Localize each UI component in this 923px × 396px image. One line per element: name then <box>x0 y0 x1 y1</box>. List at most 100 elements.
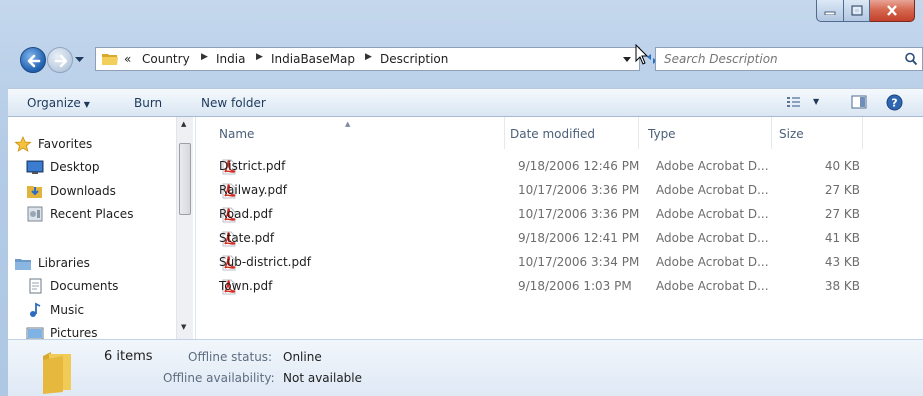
file-size: 38 KB <box>824 279 860 293</box>
file-size: 27 KB <box>824 207 860 221</box>
forward-arrow-icon <box>54 54 68 68</box>
navigation-pane[interactable]: Favorites Desktop Downloads Recent Place… <box>8 117 196 340</box>
forward-button[interactable] <box>47 47 73 73</box>
column-header-date[interactable]: Date modified <box>510 127 595 141</box>
search-box[interactable] <box>655 47 923 71</box>
column-divider[interactable] <box>638 117 639 149</box>
column-divider[interactable] <box>771 117 772 149</box>
breadcrumb-country[interactable]: Country <box>142 52 190 66</box>
offline-status-label: Offline status: <box>188 350 273 364</box>
search-icon[interactable] <box>904 52 918 66</box>
libraries-icon <box>15 259 31 270</box>
nav-label: Downloads <box>50 184 116 198</box>
nav-label: Libraries <box>38 256 90 270</box>
recent-pages-dropdown-icon[interactable] <box>75 57 84 63</box>
offline-status-value: Online <box>283 350 322 364</box>
breadcrumb-overflow[interactable]: « <box>124 52 131 66</box>
file-type: Adobe Acrobat D... <box>656 183 769 197</box>
file-name: State.pdf <box>219 231 275 245</box>
nav-recent-places[interactable]: Recent Places <box>26 204 133 224</box>
scrollbar-thumb[interactable] <box>179 143 191 215</box>
file-size: 27 KB <box>824 183 860 197</box>
breadcrumb-india[interactable]: India <box>216 52 245 66</box>
recent-places-icon <box>27 206 43 222</box>
navpane-scrollbar[interactable]: ▲ ▼ <box>176 117 193 339</box>
file-name: Sub-district.pdf <box>219 255 311 269</box>
title-bar <box>0 0 923 32</box>
back-arrow-icon <box>27 54 41 68</box>
column-divider[interactable] <box>862 117 863 149</box>
breadcrumb-indiabasemap[interactable]: IndiaBaseMap <box>271 52 355 66</box>
back-button[interactable] <box>20 47 46 73</box>
nav-label: Recent Places <box>50 207 134 221</box>
view-options-dropdown-icon[interactable]: ▼ <box>813 97 819 106</box>
file-row[interactable]: State.pdf 9/18/2006 12:41 PM Adobe Acrobat… <box>197 227 923 251</box>
address-bar[interactable]: « Country ▶ India ▶ IndiaBaseMap ▶ Descr… <box>95 47 640 71</box>
organize-label: Organize <box>27 96 81 110</box>
file-date: 10/17/2006 3:36 PM <box>518 207 640 221</box>
file-row[interactable]: Sub-district.pdf 10/17/2006 3:34 PM Adobe … <box>197 251 923 275</box>
breadcrumb-arrow-icon[interactable]: ▶ <box>256 52 263 62</box>
change-view-icon[interactable] <box>786 95 802 109</box>
file-date: 10/17/2006 3:34 PM <box>518 255 640 269</box>
nav-desktop[interactable]: Desktop <box>26 157 100 177</box>
file-name: Town.pdf <box>219 279 273 293</box>
column-header-type[interactable]: Type <box>648 127 676 141</box>
column-header-size[interactable]: Size <box>779 127 804 141</box>
column-divider[interactable] <box>504 117 505 149</box>
music-icon <box>30 302 41 317</box>
search-input[interactable] <box>664 50 884 68</box>
nav-documents[interactable]: Documents <box>26 276 118 296</box>
details-pane: 6 items Offline status: Online Offline a… <box>8 339 923 396</box>
address-dropdown-icon[interactable] <box>623 57 631 62</box>
file-type: Adobe Acrobat D... <box>656 255 769 269</box>
downloads-icon <box>27 186 42 198</box>
minimize-button[interactable] <box>816 0 844 22</box>
help-icon[interactable]: ? <box>886 94 903 111</box>
breadcrumb-description[interactable]: Description <box>380 52 448 66</box>
file-list[interactable]: Name ▲ Date modified Type Size District.… <box>197 117 923 339</box>
breadcrumb-arrow-icon[interactable]: ▶ <box>201 52 208 62</box>
nav-music[interactable]: Music <box>26 300 84 320</box>
item-count: 6 items <box>104 349 153 364</box>
new-folder-button[interactable]: New folder <box>201 96 266 110</box>
command-bar: Organize ▼ Burn New folder ▼ ? <box>8 88 923 117</box>
file-row[interactable]: District.pdf 9/18/2006 12:46 PM Adobe Acro… <box>197 155 923 179</box>
file-date: 9/18/2006 12:46 PM <box>518 159 640 173</box>
file-type: Adobe Acrobat D... <box>656 279 769 293</box>
file-size: 40 KB <box>824 159 860 173</box>
file-size: 41 KB <box>824 231 860 245</box>
organize-button[interactable]: Organize ▼ <box>27 96 90 110</box>
offline-availability-label: Offline availability: <box>163 371 275 385</box>
nav-libraries[interactable]: Libraries <box>14 253 90 273</box>
maximize-button[interactable] <box>844 0 870 22</box>
breadcrumb-arrow-icon[interactable]: ▶ <box>365 52 372 62</box>
nav-label: Desktop <box>50 160 100 174</box>
column-header-name[interactable]: Name <box>219 127 254 141</box>
nav-downloads[interactable]: Downloads <box>26 181 116 201</box>
preview-pane-icon[interactable] <box>851 95 867 109</box>
caption-buttons <box>816 0 915 22</box>
maximize-icon <box>851 5 862 16</box>
file-type: Adobe Acrobat D... <box>656 159 769 173</box>
sort-ascending-icon: ▲ <box>345 120 351 128</box>
column-headers: Name ▲ Date modified Type Size <box>197 117 923 149</box>
file-row[interactable]: Town.pdf 9/18/2006 1:03 PM Adobe Acrobat D… <box>197 275 923 299</box>
close-button[interactable] <box>870 0 915 22</box>
file-row[interactable]: Railway.pdf 10/17/2006 3:36 PM Adobe Acrob… <box>197 179 923 203</box>
star-icon <box>14 136 32 152</box>
file-row[interactable]: Road.pdf 10/17/2006 3:36 PM Adobe Acrobat … <box>197 203 923 227</box>
nav-label: Pictures <box>50 326 98 340</box>
nav-label: Documents <box>50 279 119 293</box>
nav-favorites[interactable]: Favorites <box>14 134 92 154</box>
burn-button[interactable]: Burn <box>134 96 162 110</box>
file-type: Adobe Acrobat D... <box>656 231 769 245</box>
scroll-up-icon[interactable]: ▲ <box>181 120 186 128</box>
desktop-icon <box>26 160 44 174</box>
scroll-down-icon[interactable]: ▼ <box>181 323 186 331</box>
folder-icon <box>43 352 71 394</box>
file-name: Road.pdf <box>219 207 273 221</box>
chevron-down-icon: ▼ <box>83 100 90 109</box>
nav-label: Favorites <box>38 137 93 151</box>
svg-text:?: ? <box>891 97 897 110</box>
